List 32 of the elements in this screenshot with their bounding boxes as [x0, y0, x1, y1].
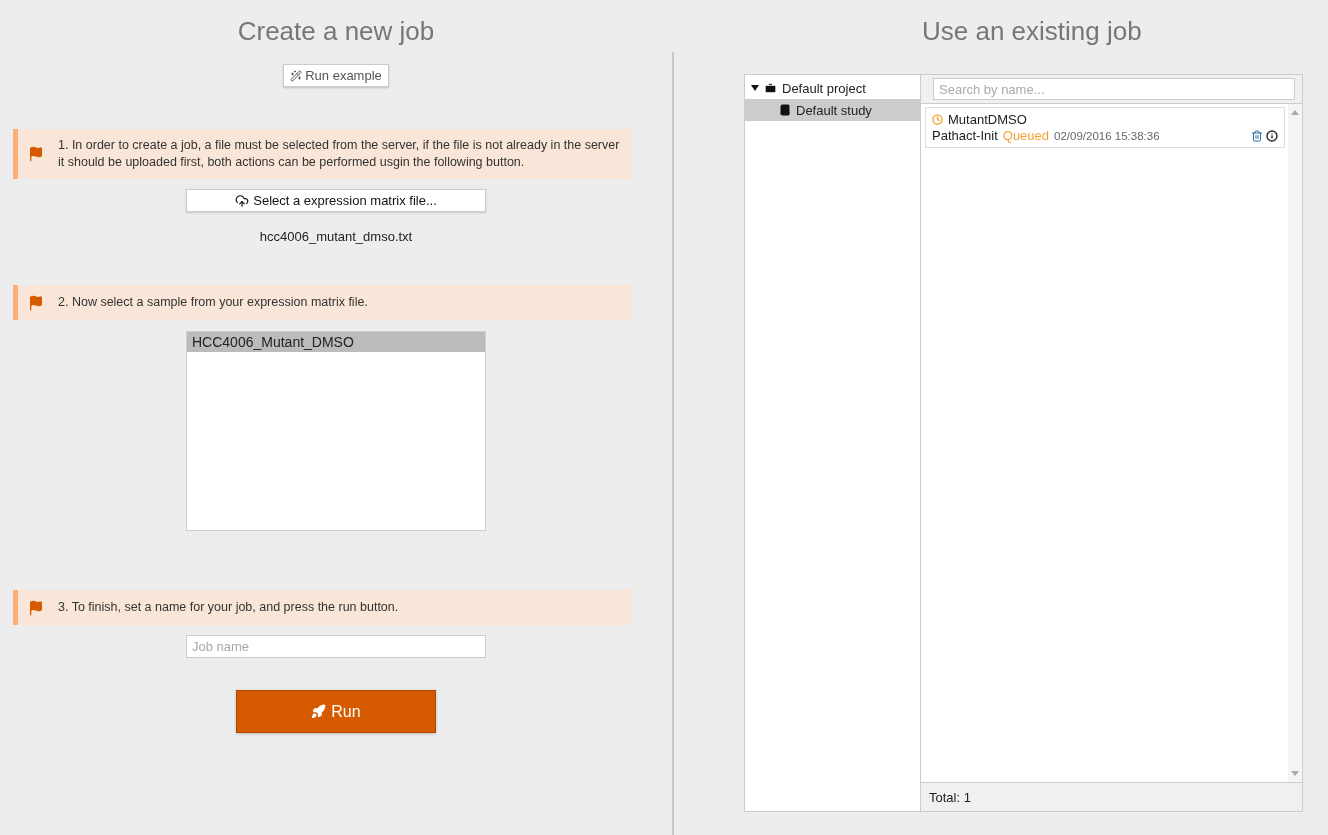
job-date: 02/09/2016 15:38:36	[1054, 129, 1160, 142]
job-name-field[interactable]: Job name	[186, 635, 486, 658]
sample-option[interactable]: HCC4006_Mutant_DMSO	[187, 332, 485, 352]
file-name: hcc4006_mutant_dmso.txt	[259, 229, 413, 244]
briefcase-icon	[764, 81, 777, 95]
run-example-button[interactable]: Run example	[283, 64, 389, 87]
clock-icon	[932, 114, 943, 125]
job-name: MutantDMSO	[948, 112, 1027, 127]
step-instruction: 2. Now select a sample from your expression matrix file.	[58, 294, 368, 311]
flag-icon	[28, 599, 44, 616]
caret-down-icon[interactable]	[751, 85, 759, 91]
rocket-icon	[311, 704, 327, 719]
total-count: Total: 1	[929, 789, 971, 805]
tree-item[interactable]: Default project	[745, 77, 920, 99]
page-heading: Create a new job	[237, 16, 435, 46]
delete-icon[interactable]	[1251, 129, 1263, 142]
sample-list[interactable]: HCC4006_Mutant_DMSO	[186, 331, 486, 531]
tree-item[interactable]: Default study	[745, 99, 920, 121]
flag-icon	[28, 294, 44, 311]
wand-icon	[290, 69, 303, 82]
info-icon[interactable]	[1266, 129, 1278, 142]
select-file-button[interactable]: Select a expression matrix file...	[186, 189, 486, 212]
search-field[interactable]: Search by name...	[933, 78, 1295, 100]
job-card[interactable]: MutantDMSO Pathact-Init Queued 02/09/2016 15:38:36	[925, 107, 1285, 148]
step-instruction: 1. In order to create a job, a file must be selected from the server, if the file is not already in the server it should be uploaded first, both actions can be performed usgin the following button.	[58, 137, 621, 171]
job-status: Queued	[1002, 128, 1050, 143]
run-button[interactable]: Run	[236, 690, 436, 733]
cloud-upload-icon	[235, 193, 250, 208]
page-heading: Use an existing job	[922, 16, 1142, 46]
job-tool: Pathact-Init	[932, 128, 998, 143]
flag-icon	[28, 146, 44, 162]
step-instruction: 3. To finish, set a name for your job, and press the run button.	[58, 599, 399, 616]
